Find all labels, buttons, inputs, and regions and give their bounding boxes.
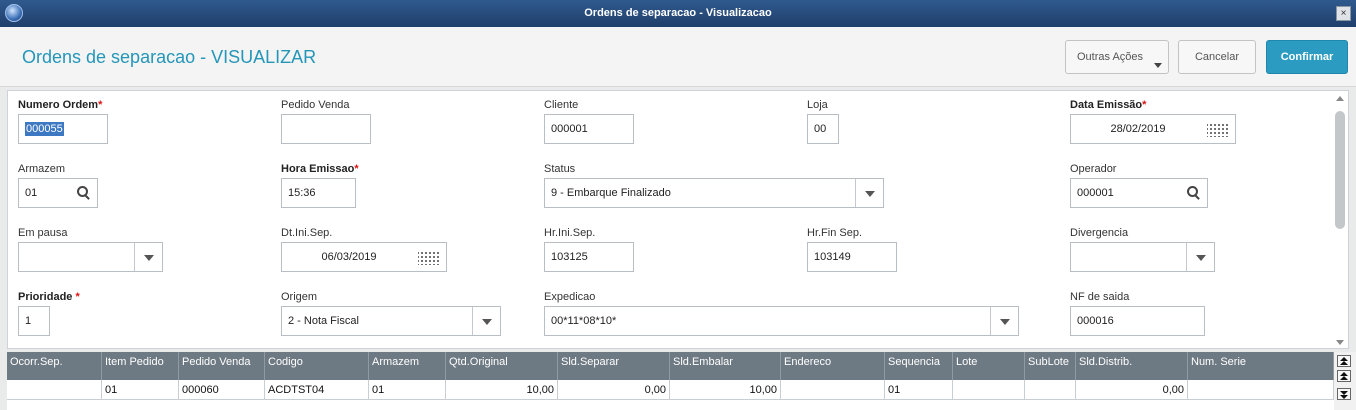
hr-fin-sep-label: Hr.Fin Sep. xyxy=(807,227,863,239)
window-title: Ordens de separacao - Visualizacao xyxy=(584,7,772,19)
column-header[interactable]: SubLote xyxy=(1025,352,1076,380)
origem-label: Origem xyxy=(281,291,318,303)
calendar-icon[interactable] xyxy=(1207,123,1229,137)
numero-ordem-label: Numero Ordem* xyxy=(18,99,103,111)
grid-cell: 000060 xyxy=(179,380,265,400)
em-pausa-label: Em pausa xyxy=(18,227,68,239)
column-header[interactable]: Sld.Separar xyxy=(558,352,670,380)
em-pausa-select[interactable] xyxy=(18,242,163,272)
items-grid: Ocorr.Sep. Item Pedido Pedido Venda Codi… xyxy=(7,352,1334,410)
status-label: Status xyxy=(544,163,576,175)
status-select[interactable]: 9 - Embarque Finalizado xyxy=(544,178,884,208)
loja-label: Loja xyxy=(807,99,828,111)
grid-cell xyxy=(1188,380,1334,400)
hora-emissao-label: Hora Emissao* xyxy=(281,163,359,175)
chevron-down-icon[interactable] xyxy=(855,179,883,207)
divergencia-select[interactable] xyxy=(1070,242,1215,272)
scrollbar-thumb[interactable] xyxy=(1335,111,1345,229)
hr-ini-sep-label: Hr.Ini.Sep. xyxy=(544,227,596,239)
grid-scrollbar[interactable] xyxy=(1334,352,1356,410)
grid-cell xyxy=(953,380,1025,400)
data-emissao-field[interactable]: 28/02/2019 xyxy=(1070,114,1236,144)
search-icon[interactable] xyxy=(69,179,97,207)
chevron-down-icon xyxy=(1154,63,1162,68)
cliente-field[interactable]: 000001 xyxy=(544,114,634,144)
cliente-label: Cliente xyxy=(544,99,579,111)
grid-cell: 0,00 xyxy=(558,380,670,400)
operador-label: Operador xyxy=(1070,163,1117,175)
confirm-button[interactable]: Confirmar xyxy=(1266,40,1348,74)
grid-cell: ACDTST04 xyxy=(265,380,369,400)
pedido-venda-label: Pedido Venda xyxy=(281,99,350,111)
close-window-button[interactable]: × xyxy=(1336,6,1351,21)
origem-select[interactable]: 2 - Nota Fiscal xyxy=(281,306,501,336)
grid-cell: 10,00 xyxy=(446,380,558,400)
divergencia-label: Divergencia xyxy=(1070,227,1129,239)
prioridade-label: Prioridade * xyxy=(18,291,80,303)
numero-ordem-field[interactable]: 000055 xyxy=(18,114,108,144)
dt-ini-sep-label: Dt.Ini.Sep. xyxy=(281,227,333,239)
expedicao-select[interactable]: 00*11*08*10* xyxy=(544,306,1019,336)
column-header[interactable]: Sld.Distrib. xyxy=(1076,352,1188,380)
scroll-to-top-icon[interactable] xyxy=(1337,355,1351,367)
search-icon[interactable] xyxy=(1179,179,1207,207)
grid-cell: 01 xyxy=(885,380,953,400)
outras-acoes-label: Outras Ações xyxy=(1077,51,1144,63)
column-header[interactable]: Qtd.Original xyxy=(446,352,558,380)
column-header[interactable]: Ocorr.Sep. xyxy=(7,352,102,380)
data-emissao-label: Data Emissão* xyxy=(1070,99,1147,111)
column-header[interactable]: Lote xyxy=(953,352,1025,380)
grid-cell: 0,00 xyxy=(1076,380,1188,400)
grid-header: Ocorr.Sep. Item Pedido Pedido Venda Codi… xyxy=(7,352,1334,380)
grid-cell xyxy=(1025,380,1076,400)
pedido-venda-field[interactable] xyxy=(281,114,371,144)
column-header[interactable]: Armazem xyxy=(369,352,446,380)
scroll-down-icon[interactable] xyxy=(1336,340,1344,345)
grid-cell xyxy=(7,380,102,400)
column-header[interactable]: Codigo xyxy=(265,352,369,380)
chevron-down-icon[interactable] xyxy=(134,243,162,271)
dt-ini-sep-field[interactable]: 06/03/2019 xyxy=(281,242,447,272)
column-header[interactable]: Num. Serie xyxy=(1188,352,1334,380)
column-header[interactable]: Sequencia xyxy=(885,352,953,380)
chevron-down-icon[interactable] xyxy=(1186,243,1214,271)
column-header[interactable]: Sld.Embalar xyxy=(670,352,781,380)
column-header[interactable]: Pedido Venda xyxy=(179,352,265,380)
cancel-button[interactable]: Cancelar xyxy=(1178,40,1256,74)
calendar-icon[interactable] xyxy=(418,251,440,265)
loja-field[interactable]: 00 xyxy=(807,114,839,144)
column-header[interactable]: Item Pedido xyxy=(102,352,179,380)
grid-cell: 01 xyxy=(102,380,179,400)
chevron-down-icon[interactable] xyxy=(990,307,1018,335)
prioridade-field[interactable]: 1 xyxy=(18,306,50,336)
expedicao-label: Expedicao xyxy=(544,291,596,303)
nf-saida-label: NF de saida xyxy=(1070,291,1130,303)
form-scrollbar[interactable] xyxy=(1335,96,1345,345)
scroll-page-up-icon[interactable] xyxy=(1337,370,1351,382)
outras-acoes-button[interactable]: Outras Ações xyxy=(1065,40,1169,74)
page-header: Ordens de separacao - VISUALIZAR Outras … xyxy=(0,27,1356,87)
page-title: Ordens de separacao - VISUALIZAR xyxy=(22,47,317,67)
grid-cell: 10,00 xyxy=(670,380,781,400)
scroll-page-down-icon[interactable] xyxy=(1337,388,1351,400)
armazem-field[interactable]: 01 xyxy=(18,178,98,208)
grid-cell: 01 xyxy=(369,380,446,400)
hr-ini-sep-field[interactable]: 103125 xyxy=(544,242,634,272)
operador-field[interactable]: 000001 xyxy=(1070,178,1208,208)
armazem-label: Armazem xyxy=(18,163,66,175)
grid-cell xyxy=(781,380,885,400)
hora-emissao-field[interactable]: 15:36 xyxy=(281,178,356,208)
table-row[interactable]: 01 000060 ACDTST04 01 10,00 0,00 10,00 0… xyxy=(7,380,1334,400)
chevron-down-icon[interactable] xyxy=(472,307,500,335)
column-header[interactable]: Endereco xyxy=(781,352,885,380)
window-titlebar: Ordens de separacao - Visualizacao × xyxy=(0,0,1356,27)
hr-fin-sep-field[interactable]: 103149 xyxy=(807,242,897,272)
form-panel: Numero Ordem* 000055 Pedido Venda Client… xyxy=(7,90,1349,349)
nf-saida-field[interactable]: 000016 xyxy=(1070,306,1205,336)
scroll-up-icon[interactable] xyxy=(1336,96,1344,101)
